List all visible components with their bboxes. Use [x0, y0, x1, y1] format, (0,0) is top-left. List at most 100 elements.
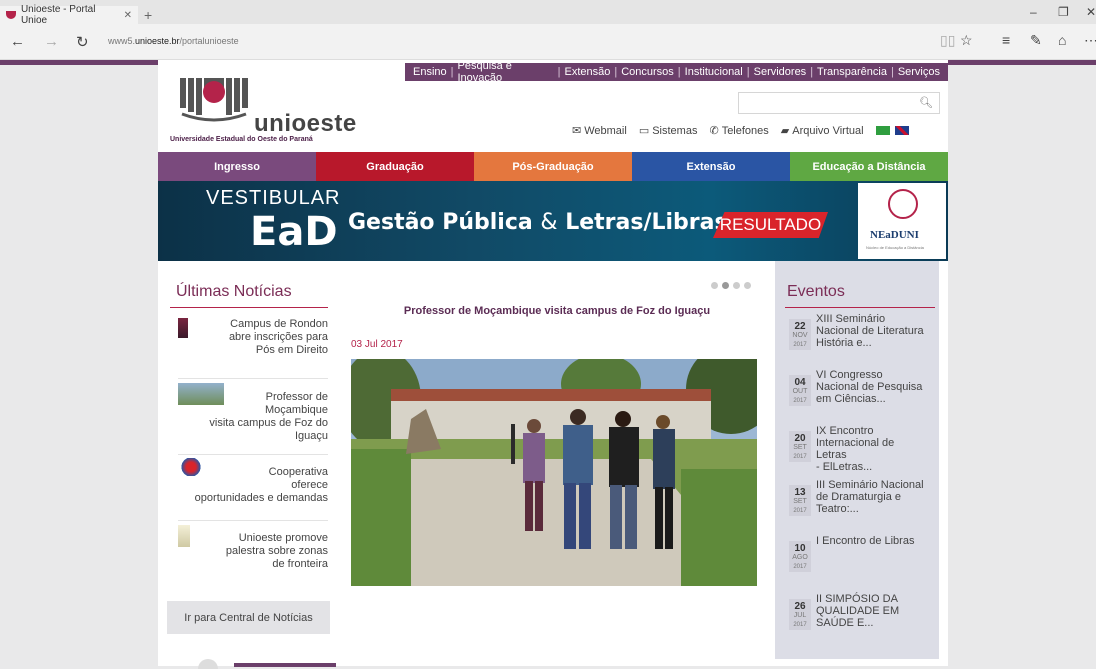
carousel-dot[interactable]: [733, 282, 740, 289]
favorites-star-icon[interactable]: ☆: [960, 32, 973, 49]
event-date: 20 SET 2017: [789, 431, 811, 462]
event-day: 04: [794, 377, 806, 388]
quick-links: ✉ Webmail ▭ Sistemas ✆ Telefones ▰ Arquivo V…: [572, 124, 911, 137]
banner-courses: Gestão Pública & Letras/Libras: [348, 210, 728, 235]
phone-icon: ✆: [709, 125, 719, 137]
share-icon[interactable]: ⌂: [1058, 32, 1066, 48]
folder-icon: ▰: [780, 125, 790, 137]
news-column: Últimas Notícias Campus de Rondon abre in…: [158, 261, 339, 669]
news-item-mocambique[interactable]: Professor de Moçambique visita campus de F…: [178, 383, 328, 443]
sistemas-link[interactable]: ▭ Sistemas: [639, 124, 698, 138]
search-icon[interactable]: 🔍︎: [919, 96, 933, 109]
news-item-rondon[interactable]: Campus de Rondon abre inscrições para Pós …: [178, 318, 328, 363]
topnav-item-0[interactable]: Ensino: [409, 66, 451, 78]
topnav-item-4[interactable]: Institucional: [681, 66, 747, 78]
browser-tab[interactable]: Unioeste - Portal Unioe ✕: [0, 4, 138, 26]
forward-arrow-icon[interactable]: →: [44, 33, 59, 50]
minimize-button[interactable]: –: [1030, 5, 1037, 19]
news-thumbnail: [178, 525, 190, 547]
hub-icon[interactable]: ≡: [1002, 32, 1010, 48]
refresh-icon[interactable]: ↻: [76, 33, 89, 51]
topnav-item-6[interactable]: Transparência: [813, 66, 891, 78]
event-date: 22 NOV 2017: [789, 319, 811, 350]
logo-wordmark: unioeste: [254, 110, 357, 137]
close-window-button[interactable]: ✕: [1086, 5, 1096, 19]
featured-news: Professor de Moçambique visita campus de…: [339, 261, 775, 666]
event-day: 10: [794, 543, 806, 554]
carousel-dots: [711, 282, 751, 289]
event-day: 20: [794, 433, 806, 444]
tab-title: Unioeste - Portal Unioe: [20, 4, 96, 26]
top-navigation: Ensino | Pesquisa e Inovação | Extensão | Conc…: [405, 60, 948, 84]
event-mon: SET: [793, 444, 807, 451]
event-date: 10 AGO 2017: [789, 541, 811, 572]
event-yr: 2017: [793, 622, 807, 628]
event-yr: 2017: [793, 342, 807, 348]
main-menu-item-3[interactable]: Extensão: [632, 152, 790, 181]
news-title-3: Cooperativa oferece oportunidades e demand…: [194, 466, 328, 504]
news-item-cooperativa[interactable]: Cooperativa oferece oportunidades e demand…: [178, 458, 328, 508]
featured-date: 03 Jul 2017: [351, 339, 403, 350]
main-menu-item-4[interactable]: Educação a Distância: [790, 152, 948, 181]
event-title: VI Congresso Nacional de Pesquisa em Ciênc…: [816, 369, 923, 405]
close-tab-icon[interactable]: ✕: [124, 10, 132, 21]
url-field[interactable]: www5.unioeste.br/portalunioeste: [108, 36, 239, 46]
news-thumbnail: [178, 318, 188, 338]
campus-photo-image: [351, 359, 757, 586]
event-title: II SIMPÓSIO DA QUALIDADE EM SAÚDE E...: [816, 593, 900, 629]
topnav-item-3[interactable]: Concursos: [617, 66, 678, 78]
event-yr: 2017: [793, 508, 807, 514]
all-news-button[interactable]: Ir para Central de Notícias: [167, 601, 330, 634]
carousel-dot[interactable]: [722, 282, 729, 289]
topnav-item-7[interactable]: Serviços: [894, 66, 944, 78]
arquivo-virtual-link[interactable]: ▰ Arquivo Virtual: [780, 124, 864, 138]
topnav-item-5[interactable]: Servidores: [750, 66, 811, 78]
brazil-flag-icon[interactable]: [875, 126, 890, 135]
carousel-dot[interactable]: [711, 282, 718, 289]
news-title-2: Professor de Moçambique visita campus de F…: [209, 391, 328, 442]
back-arrow-icon[interactable]: ←: [10, 33, 25, 50]
banner-result-badge: RESULTADO: [713, 212, 828, 238]
web-note-icon[interactable]: ✎: [1030, 32, 1042, 49]
event-mon: NOV: [792, 332, 808, 339]
web-page: Ensino | Pesquisa e Inovação | Extensão | Conc…: [0, 60, 1096, 669]
news-heading: Últimas Notícias: [176, 283, 292, 300]
logo-subtitle: Universidade Estadual do Oeste do Paraná: [170, 136, 313, 143]
avatar: [198, 659, 218, 669]
event-title: IX Encontro Internacional de Letras - ElLe…: [816, 425, 895, 473]
topnav-item-2[interactable]: Extensão: [560, 66, 614, 78]
main-menu-item-1[interactable]: Graduação: [316, 152, 474, 181]
divider: [170, 307, 328, 308]
event-title: III Seminário Nacional de Dramaturgia e Te…: [816, 479, 924, 515]
events-heading: Eventos: [787, 283, 845, 300]
page-container: Ensino | Pesquisa e Inovação | Extensão | Conc…: [158, 60, 948, 669]
telefones-link[interactable]: ✆ Telefones: [709, 124, 768, 138]
logo-emblem-icon: [180, 78, 248, 122]
more-icon[interactable]: ⋯: [1084, 32, 1096, 49]
main-menu-item-2[interactable]: Pós-Graduação: [474, 152, 632, 181]
address-bar: ← → ↻ www5.unioeste.br/portalunioeste ▯▯…: [0, 24, 1096, 60]
vestibular-banner[interactable]: VESTIBULAR EaD Gestão Pública & Letras/L…: [158, 181, 948, 261]
divider: [178, 520, 328, 521]
search-input[interactable]: 🔍︎: [738, 92, 940, 114]
carousel-dot[interactable]: [744, 282, 751, 289]
webmail-link[interactable]: ✉ Webmail: [572, 124, 627, 138]
uk-flag-icon[interactable]: [894, 126, 909, 135]
event-day: 26: [794, 601, 806, 612]
event-mon: OUT: [792, 388, 808, 395]
new-tab-button[interactable]: +: [144, 7, 152, 23]
event-mon: JUL: [793, 612, 807, 619]
featured-photo[interactable]: [351, 359, 757, 586]
news-item-fronteira[interactable]: Unioeste promove palestra sobre zonas de f…: [178, 525, 328, 575]
main-menu-item-0[interactable]: Ingresso: [158, 152, 316, 181]
unioeste-logo[interactable]: unioeste Universidade Estadual do Oeste …: [168, 78, 358, 150]
topnav-item-1[interactable]: Pesquisa e Inovação: [454, 60, 558, 84]
featured-title[interactable]: Professor de Moçambique visita campus de…: [339, 305, 775, 317]
restore-button[interactable]: ❐: [1058, 5, 1069, 19]
event-title: XIII Seminário Nacional de Literatura Hist…: [816, 313, 924, 349]
news-title-4: Unioeste promove palestra sobre zonas de f…: [225, 532, 328, 570]
event-yr: 2017: [793, 398, 807, 404]
reading-view-icon[interactable]: ▯▯: [940, 32, 955, 49]
event-day: 22: [794, 321, 806, 332]
language-flags: [875, 126, 911, 135]
